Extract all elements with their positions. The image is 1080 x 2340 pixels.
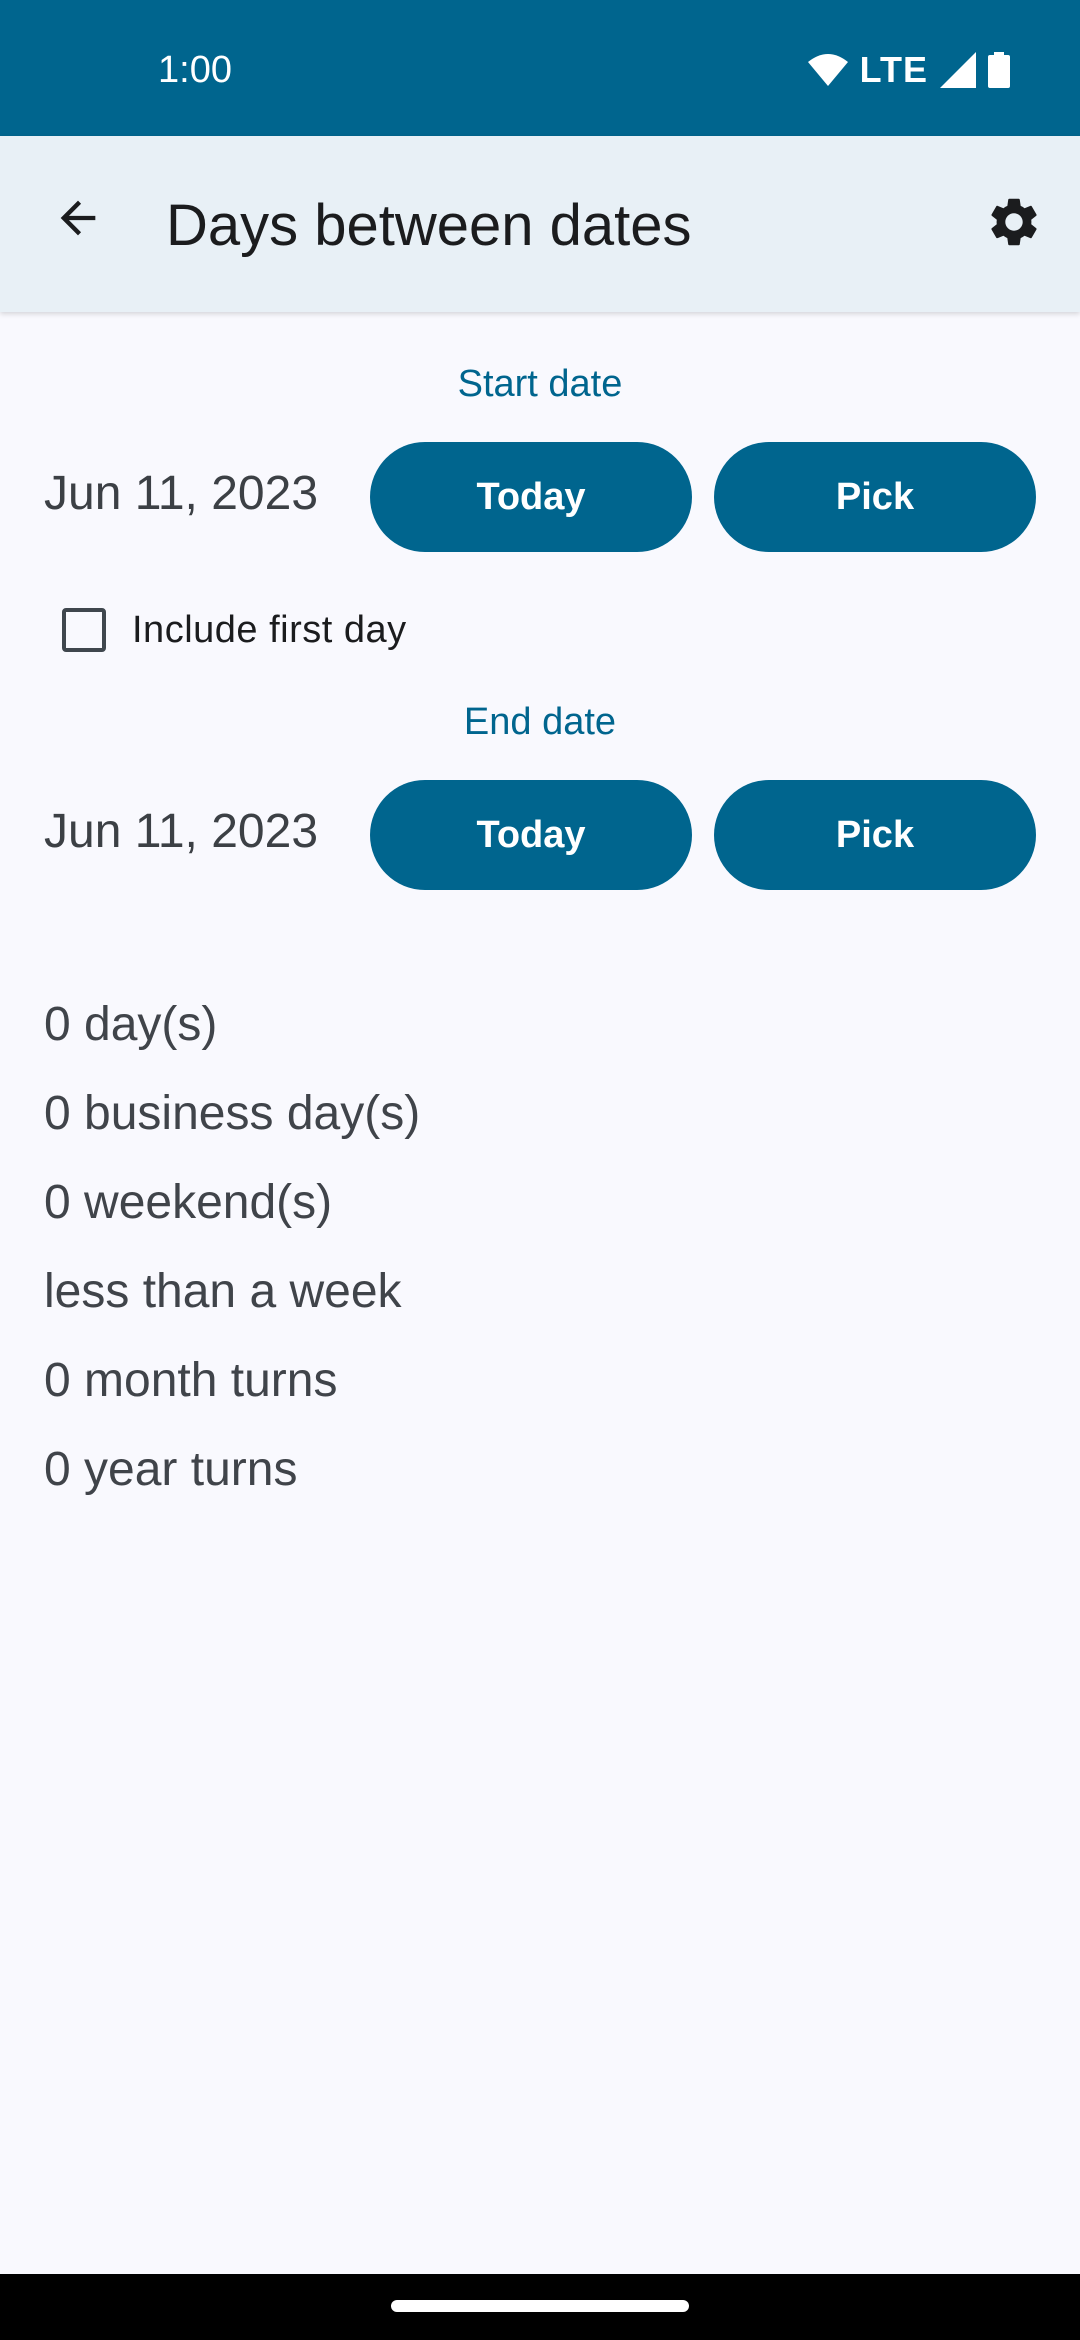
page-title: Days between dates — [166, 193, 692, 258]
end-pick-button[interactable]: Pick — [714, 780, 1036, 890]
back-button[interactable] — [42, 182, 114, 254]
include-first-day-checkbox[interactable] — [62, 608, 106, 652]
wifi-icon — [807, 54, 848, 86]
end-date-label: End date — [463, 701, 617, 743]
status-icons: LTE — [807, 48, 1010, 92]
result-days: 0 day(s) — [44, 998, 218, 1051]
signal-icon — [940, 52, 976, 88]
start-today-button[interactable]: Today — [370, 442, 692, 552]
start-date-label: Start date — [457, 363, 623, 405]
result-business-days: 0 business day(s) — [44, 1087, 421, 1140]
end-date-value: Jun 11, 2023 — [44, 805, 319, 858]
result-month-turns: 0 month turns — [44, 1354, 338, 1407]
start-date-value: Jun 11, 2023 — [44, 467, 319, 520]
network-type-label: LTE — [859, 49, 928, 90]
settings-button[interactable] — [978, 186, 1050, 258]
result-weeks: less than a week — [44, 1265, 402, 1318]
battery-icon — [988, 52, 1010, 88]
arrow-back-icon — [60, 200, 96, 236]
end-today-button[interactable]: Today — [370, 780, 692, 890]
gear-icon — [991, 198, 1037, 246]
result-weekends: 0 weekend(s) — [44, 1176, 333, 1229]
navigation-bar — [0, 2274, 1080, 2340]
result-year-turns: 0 year turns — [44, 1443, 298, 1496]
status-time: 1:00 — [158, 49, 232, 91]
include-first-day-row[interactable]: Include first day — [62, 602, 407, 658]
include-first-day-label: Include first day — [132, 609, 407, 651]
status-bar: 1:00 LTE — [0, 0, 1080, 136]
start-pick-button[interactable]: Pick — [714, 442, 1036, 552]
results-list: 0 day(s) 0 business day(s) 0 weekend(s) … — [44, 980, 420, 1514]
home-indicator[interactable] — [391, 2300, 689, 2312]
